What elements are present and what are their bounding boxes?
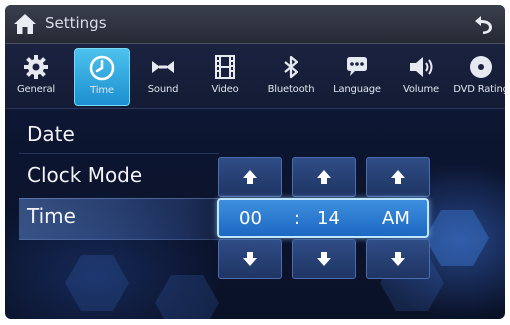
- background-hexagon: [155, 275, 219, 319]
- menu-item-time[interactable]: Time: [27, 204, 76, 228]
- minute-up-button[interactable]: [292, 157, 356, 197]
- minute-value[interactable]: 14: [317, 208, 340, 229]
- arrow-up-icon: [391, 170, 405, 184]
- menu-item-date[interactable]: Date: [27, 122, 75, 146]
- tab-label: Time: [90, 85, 114, 96]
- tab-label: Volume: [403, 84, 439, 95]
- arrow-down-icon: [391, 252, 405, 266]
- arrow-down-icon: [243, 252, 257, 266]
- tab-sound[interactable]: Sound: [136, 48, 190, 104]
- tab-label: Bluetooth: [267, 84, 315, 95]
- minute-down-button[interactable]: [292, 239, 356, 279]
- background-hexagon: [65, 255, 129, 311]
- settings-tab-bar: General Time Sound Video Bluetooth Langu…: [5, 44, 505, 109]
- hour-value[interactable]: 00: [239, 208, 262, 229]
- settings-screen: Settings General Time Sound Video Blueto…: [5, 5, 505, 319]
- tab-label: Sound: [147, 84, 179, 95]
- hour-down-button[interactable]: [218, 239, 282, 279]
- menu-item-clock-mode[interactable]: Clock Mode: [27, 163, 142, 187]
- bluetooth-icon: [284, 55, 299, 79]
- speech-bubble-icon: [347, 57, 367, 76]
- tab-label: Video: [211, 84, 239, 95]
- tab-video[interactable]: Video: [198, 48, 252, 104]
- tab-label: DVD Rating: [453, 84, 505, 95]
- disc-icon: [470, 56, 492, 78]
- menu-divider: [19, 153, 219, 154]
- period-up-button[interactable]: [366, 157, 430, 197]
- home-icon[interactable]: [13, 13, 37, 35]
- arrow-down-icon: [317, 252, 331, 266]
- tab-general[interactable]: General: [9, 48, 63, 104]
- volume-icon: [410, 57, 433, 77]
- film-icon: [215, 55, 235, 79]
- background-hexagon: [425, 210, 489, 266]
- tab-language[interactable]: Language: [330, 48, 384, 104]
- hour-up-button[interactable]: [218, 157, 282, 197]
- tab-time[interactable]: Time: [74, 48, 130, 106]
- page-title: Settings: [45, 14, 107, 32]
- time-display[interactable]: 00 : 14 AM: [217, 198, 429, 238]
- back-icon[interactable]: [473, 13, 495, 35]
- tab-volume[interactable]: Volume: [394, 48, 448, 104]
- period-down-button[interactable]: [366, 239, 430, 279]
- arrow-up-icon: [243, 170, 257, 184]
- arrow-up-icon: [317, 170, 331, 184]
- tab-label: Language: [333, 84, 381, 95]
- speaker-eq-icon: [152, 61, 174, 73]
- clock-icon: [89, 55, 115, 81]
- tab-dvd-rating[interactable]: DVD Rating: [453, 48, 505, 104]
- title-bar: Settings: [5, 5, 505, 44]
- gear-icon: [24, 55, 48, 79]
- period-value[interactable]: AM: [382, 208, 410, 229]
- time-separator: :: [294, 208, 301, 229]
- tab-bluetooth[interactable]: Bluetooth: [264, 48, 318, 104]
- tab-label: General: [16, 84, 55, 95]
